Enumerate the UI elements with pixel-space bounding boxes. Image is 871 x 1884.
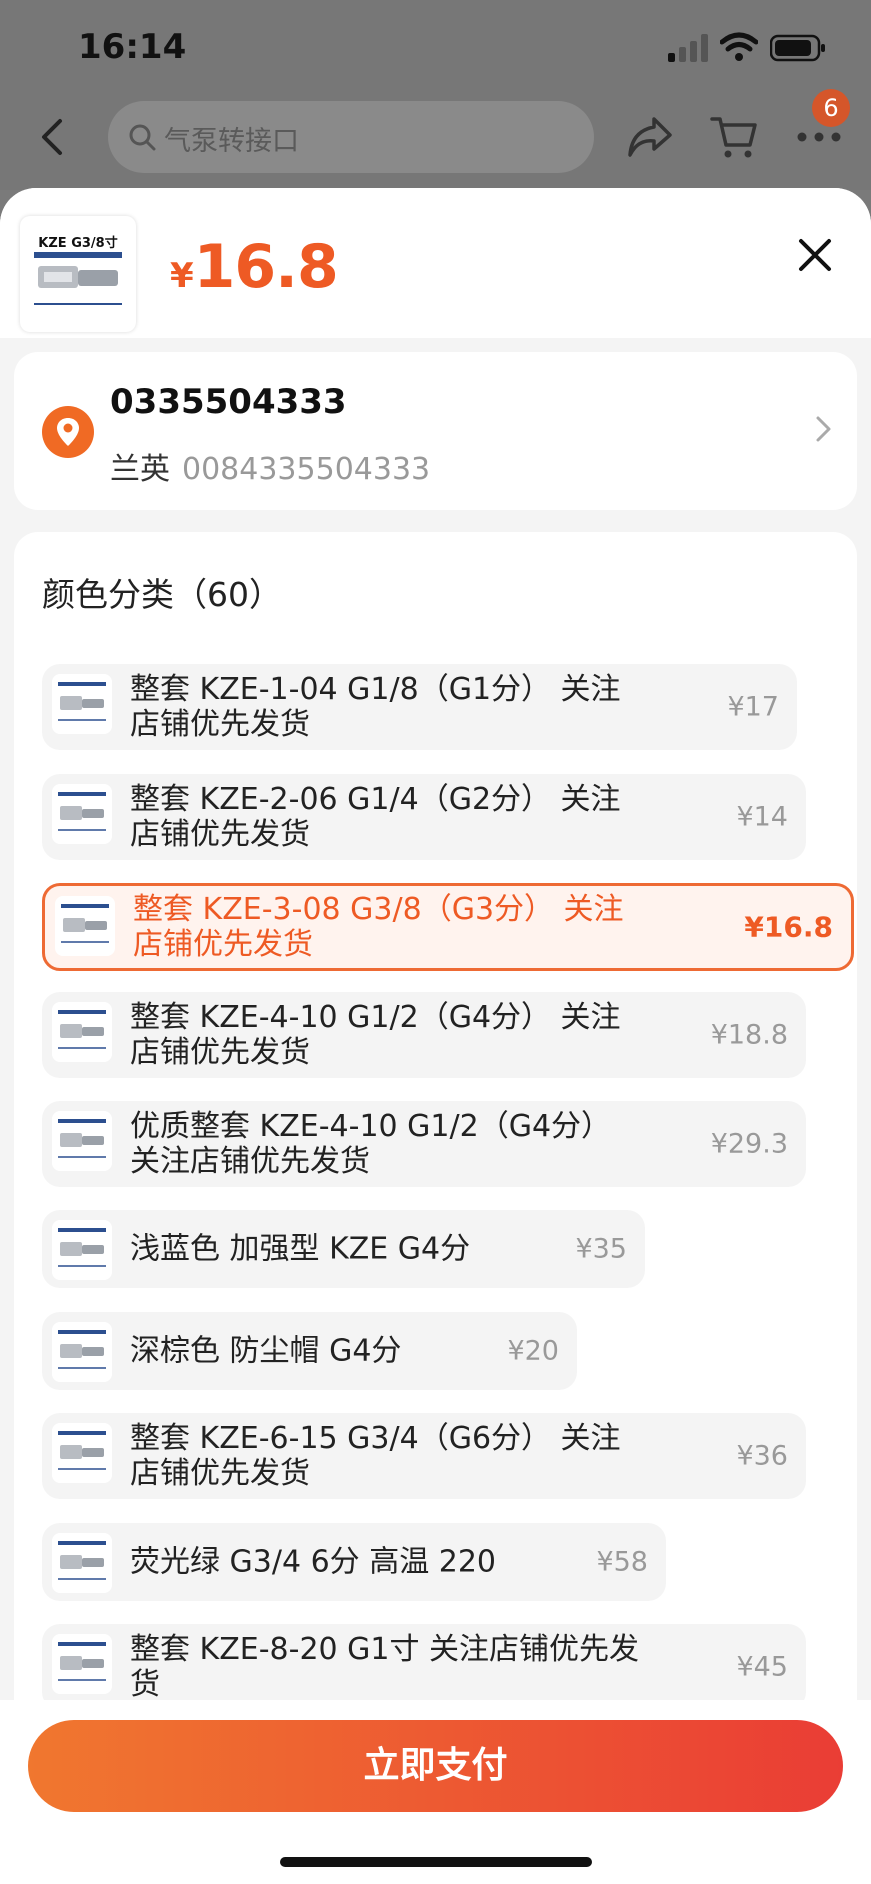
fitting-image bbox=[34, 252, 122, 305]
option-thumbnail bbox=[52, 1423, 112, 1483]
footer: 立即支付 bbox=[0, 1700, 871, 1884]
option-thumbnail bbox=[52, 1002, 112, 1062]
sku-sheet: KZE G3/8寸 ¥16.8 0335504333 兰英0084335504 bbox=[0, 188, 871, 1884]
option-thumbnail bbox=[52, 1634, 112, 1694]
option-item[interactable]: 整套 KZE-2-06 G1/4（G2分） 关注店铺优先发货 ¥14 bbox=[42, 774, 806, 860]
signal-icon bbox=[668, 34, 708, 62]
search-placeholder: 气泵转接口 bbox=[164, 126, 299, 157]
option-item[interactable]: 整套 KZE-4-10 G1/2（G4分） 关注店铺优先发货 ¥18.8 bbox=[42, 992, 806, 1078]
option-item[interactable]: 整套 KZE-8-20 G1寸 关注店铺优先发货 ¥45 bbox=[42, 1624, 806, 1710]
address-card[interactable]: 0335504333 兰英 0084335504333 bbox=[14, 352, 857, 510]
option-label: 整套 KZE-1-04 G1/8（G1分） 关注店铺优先发货 bbox=[130, 672, 621, 742]
product-thumbnail[interactable]: KZE G3/8寸 bbox=[20, 216, 136, 332]
back-arrow-icon[interactable] bbox=[38, 117, 68, 157]
option-label: 深棕色 防尘帽 G4分 bbox=[130, 1333, 402, 1369]
status-bar: 16:14 bbox=[0, 0, 871, 95]
more-icon[interactable] bbox=[796, 127, 842, 147]
option-price: ¥18.8 bbox=[710, 1019, 788, 1051]
option-item[interactable]: 整套 KZE-1-04 G1/8（G1分） 关注店铺优先发货 ¥17 bbox=[42, 664, 797, 750]
option-price: ¥20 bbox=[507, 1335, 559, 1367]
option-price: ¥58 bbox=[596, 1546, 648, 1578]
sheet-header: KZE G3/8寸 ¥16.8 bbox=[0, 188, 871, 338]
option-thumbnail bbox=[52, 784, 112, 844]
option-label: 整套 KZE-2-06 G1/4（G2分） 关注店铺优先发货 bbox=[130, 782, 621, 852]
search-icon bbox=[129, 124, 156, 151]
option-price: ¥17 bbox=[727, 691, 779, 723]
top-nav: 气泵转接口 6 bbox=[0, 89, 871, 190]
option-label: 整套 KZE-3-08 G3/8（G3分） 关注店铺优先发货 bbox=[133, 892, 624, 962]
options-title: 颜色分类（60） bbox=[42, 575, 282, 614]
status-time: 16:14 bbox=[78, 27, 187, 67]
close-icon[interactable] bbox=[796, 236, 834, 274]
chevron-right-icon bbox=[816, 416, 831, 442]
option-price: ¥14 bbox=[736, 801, 788, 833]
option-thumbnail bbox=[52, 1533, 112, 1593]
option-label: 荧光绿 G3/4 6分 高温 220 bbox=[130, 1544, 497, 1580]
option-label: 浅蓝色 加强型 KZE G4分 bbox=[130, 1231, 471, 1267]
option-label: 整套 KZE-6-15 G3/4（G6分） 关注店铺优先发货 bbox=[130, 1421, 621, 1491]
option-price: ¥29.3 bbox=[710, 1128, 788, 1160]
address-number: 0084335504333 bbox=[182, 452, 431, 487]
option-item[interactable]: 深棕色 防尘帽 G4分 ¥20 bbox=[42, 1312, 577, 1390]
option-price: ¥35 bbox=[575, 1233, 627, 1265]
location-pin-icon bbox=[42, 406, 94, 458]
home-indicator bbox=[280, 1857, 592, 1867]
option-thumbnail bbox=[52, 1220, 112, 1280]
address-name: 兰英 bbox=[110, 452, 170, 487]
option-thumbnail bbox=[52, 1322, 112, 1382]
option-label: 整套 KZE-8-20 G1寸 关注店铺优先发货 bbox=[130, 1632, 640, 1702]
option-thumbnail bbox=[52, 1111, 112, 1171]
option-price: ¥45 bbox=[736, 1651, 788, 1683]
battery-icon bbox=[770, 34, 825, 62]
price-symbol: ¥ bbox=[170, 256, 194, 296]
share-icon[interactable] bbox=[626, 115, 674, 159]
options-card: 颜色分类（60） 整套 KZE-1-04 G1/8（G1分） 关注店铺优先发货 ¥… bbox=[14, 532, 857, 1884]
option-price: ¥16.8 bbox=[744, 910, 833, 944]
pay-button[interactable]: 立即支付 bbox=[28, 1720, 843, 1812]
address-phone: 0335504333 bbox=[110, 382, 347, 422]
option-price: ¥36 bbox=[736, 1440, 788, 1472]
cart-badge: 6 bbox=[812, 89, 850, 127]
selected-price: ¥16.8 bbox=[170, 232, 339, 302]
option-item[interactable]: 荧光绿 G3/4 6分 高温 220 ¥58 bbox=[42, 1523, 666, 1601]
option-label: 优质整套 KZE-4-10 G1/2（G4分） 关注店铺优先发货 bbox=[130, 1109, 612, 1179]
option-item[interactable]: 优质整套 KZE-4-10 G1/2（G4分） 关注店铺优先发货 ¥29.3 bbox=[42, 1101, 806, 1187]
option-item[interactable]: 整套 KZE-3-08 G3/8（G3分） 关注店铺优先发货 ¥16.8 bbox=[42, 883, 854, 971]
option-item[interactable]: 浅蓝色 加强型 KZE G4分 ¥35 bbox=[42, 1210, 645, 1288]
option-thumbnail bbox=[55, 896, 115, 956]
price-value: 16.8 bbox=[193, 232, 339, 302]
option-item[interactable]: 整套 KZE-6-15 G3/4（G6分） 关注店铺优先发货 ¥36 bbox=[42, 1413, 806, 1499]
option-thumbnail bbox=[52, 674, 112, 734]
address-detail: 兰英 0084335504333 bbox=[110, 444, 430, 488]
cart-icon[interactable] bbox=[710, 113, 758, 161]
wifi-icon bbox=[720, 32, 758, 61]
option-label: 整套 KZE-4-10 G1/2（G4分） 关注店铺优先发货 bbox=[130, 1000, 621, 1070]
search-input[interactable]: 气泵转接口 bbox=[108, 101, 594, 173]
